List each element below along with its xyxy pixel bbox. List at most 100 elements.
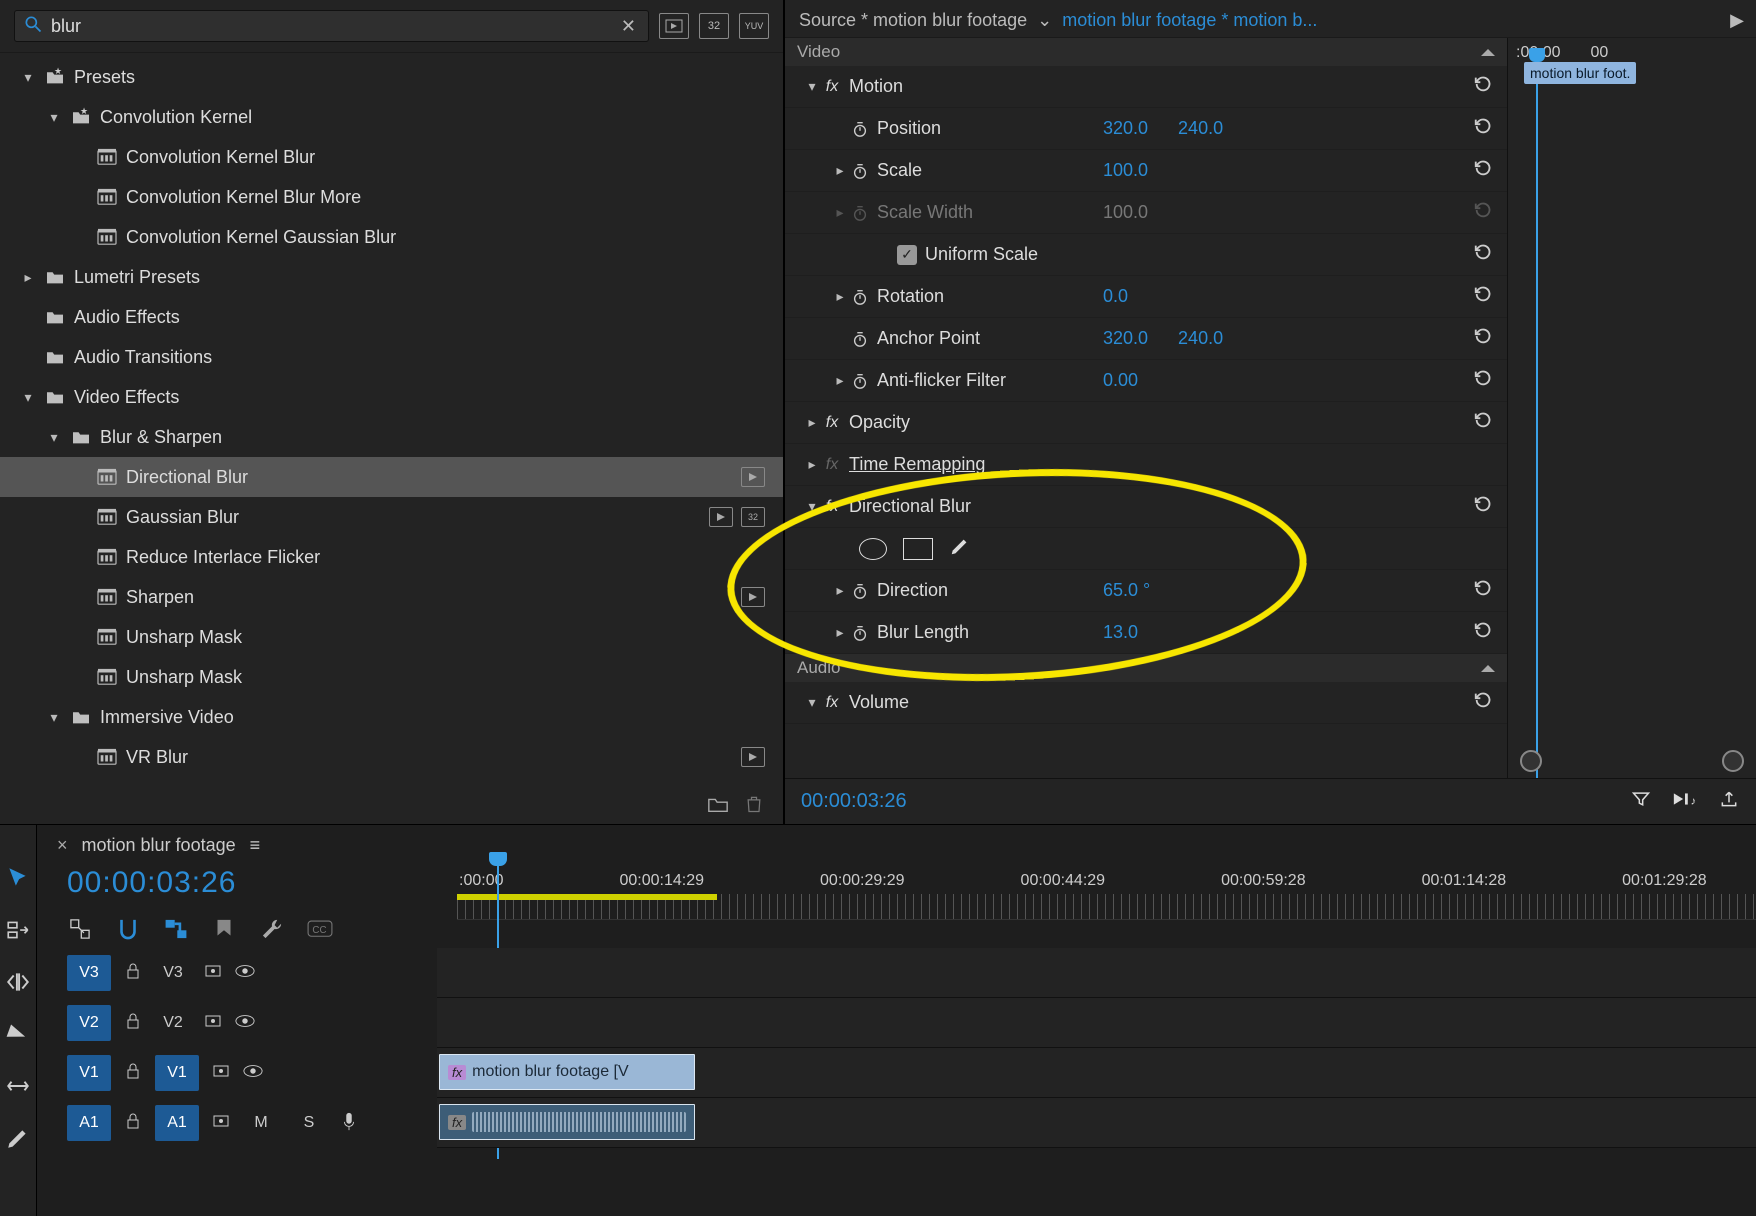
track-target-v1[interactable]: V1 bbox=[155, 1055, 199, 1091]
sync-lock-icon[interactable] bbox=[203, 961, 223, 986]
effects-tree-item[interactable]: ▸Lumetri Presets bbox=[0, 257, 783, 297]
ellipse-mask-icon[interactable] bbox=[859, 538, 887, 560]
volume-effect-row[interactable]: ▾fx Volume bbox=[785, 682, 1507, 724]
disclosure-triangle-icon[interactable]: ▾ bbox=[46, 109, 62, 126]
selection-tool-icon[interactable] bbox=[0, 861, 36, 895]
stopwatch-icon[interactable] bbox=[849, 330, 871, 348]
lock-icon[interactable] bbox=[123, 1061, 143, 1086]
stopwatch-icon[interactable] bbox=[849, 288, 871, 306]
new-bin-icon[interactable] bbox=[707, 794, 729, 814]
track-header-v1[interactable]: V1 V1 bbox=[67, 1048, 437, 1098]
reset-icon[interactable] bbox=[1473, 285, 1495, 308]
work-area-bar[interactable] bbox=[457, 894, 717, 900]
track-select-tool-icon[interactable] bbox=[0, 913, 36, 947]
disclosure-triangle-icon[interactable]: ▾ bbox=[20, 69, 36, 86]
stopwatch-icon[interactable] bbox=[849, 624, 871, 642]
track-lane-v2[interactable] bbox=[437, 998, 1756, 1048]
disclosure-triangle-icon[interactable]: ▾ bbox=[20, 389, 36, 406]
stopwatch-icon[interactable] bbox=[849, 372, 871, 390]
yuv-effects-filter-icon[interactable]: YUV bbox=[739, 13, 769, 39]
play-only-icon[interactable]: ▶ bbox=[1722, 10, 1744, 31]
lock-icon[interactable] bbox=[123, 1011, 143, 1036]
source-patch-v1[interactable]: V1 bbox=[67, 1055, 111, 1091]
32bit-effects-filter-icon[interactable]: 32 bbox=[699, 13, 729, 39]
settings-wrench-icon[interactable] bbox=[259, 916, 285, 942]
sync-lock-icon[interactable] bbox=[211, 1111, 231, 1136]
effects-tree-item[interactable]: Convolution Kernel Blur More bbox=[0, 177, 783, 217]
track-header-a1[interactable]: A1 A1 M S bbox=[67, 1098, 437, 1148]
ripple-edit-tool-icon[interactable] bbox=[0, 965, 36, 999]
reset-icon[interactable] bbox=[1473, 327, 1495, 350]
effects-tree[interactable]: ▾★Presets▾★Convolution KernelConvolution… bbox=[0, 53, 783, 784]
track-lane-a1[interactable]: fx bbox=[437, 1098, 1756, 1148]
pen-mask-icon[interactable] bbox=[949, 535, 971, 562]
effects-tree-item[interactable]: VR Blur bbox=[0, 737, 783, 777]
effects-tree-item[interactable]: ▾Video Effects bbox=[0, 377, 783, 417]
pen-tool-icon[interactable] bbox=[0, 1121, 36, 1155]
effects-tree-item[interactable]: Audio Transitions bbox=[0, 337, 783, 377]
reset-icon[interactable] bbox=[1473, 243, 1495, 266]
lock-icon[interactable] bbox=[123, 961, 143, 986]
time-remapping-row[interactable]: ▸fx Time Remapping bbox=[785, 444, 1507, 486]
disclosure-triangle-icon[interactable]: ▾ bbox=[46, 429, 62, 446]
effects-tree-item[interactable]: Unsharp Mask bbox=[0, 657, 783, 697]
effects-tree-item[interactable]: Directional Blur bbox=[0, 457, 783, 497]
effect-controls-timeline[interactable]: :00:00 00 motion blur foot. bbox=[1507, 38, 1756, 778]
reset-icon[interactable] bbox=[1473, 117, 1495, 140]
collapse-icon[interactable] bbox=[1481, 49, 1495, 56]
sync-lock-icon[interactable] bbox=[203, 1011, 223, 1036]
play-around-icon[interactable]: ♪ bbox=[1672, 789, 1698, 814]
reset-icon[interactable] bbox=[1473, 691, 1495, 714]
anchor-x-value[interactable]: 320.0 bbox=[1091, 328, 1148, 349]
effects-tree-item[interactable]: Gaussian Blur32 bbox=[0, 497, 783, 537]
track-lane-v1[interactable]: fx motion blur footage [V bbox=[437, 1048, 1756, 1098]
reset-icon[interactable] bbox=[1473, 495, 1495, 518]
effects-tree-item[interactable]: ▾★Presets bbox=[0, 57, 783, 97]
effect-controls-timecode[interactable]: 00:00:03:26 bbox=[801, 790, 907, 813]
lock-icon[interactable] bbox=[123, 1111, 143, 1136]
toggle-track-output-icon[interactable] bbox=[235, 961, 255, 986]
slip-tool-icon[interactable] bbox=[0, 1069, 36, 1103]
track-target-v2[interactable]: V2 bbox=[67, 1005, 111, 1041]
toggle-track-output-icon[interactable] bbox=[235, 1011, 255, 1036]
stopwatch-icon[interactable] bbox=[849, 582, 871, 600]
close-tab-icon[interactable]: × bbox=[57, 835, 68, 856]
playhead-icon[interactable] bbox=[1529, 48, 1545, 62]
scale-value[interactable]: 100.0 bbox=[1091, 160, 1148, 181]
sync-lock-icon[interactable] bbox=[211, 1061, 231, 1086]
position-y-value[interactable]: 240.0 bbox=[1148, 118, 1223, 139]
effects-tree-item[interactable]: Reduce Interlace Flicker bbox=[0, 537, 783, 577]
effects-tree-item[interactable]: Unsharp Mask bbox=[0, 617, 783, 657]
track-header-v3[interactable]: V3 V3 bbox=[67, 948, 437, 998]
video-clip[interactable]: fx motion blur footage [V bbox=[439, 1054, 695, 1090]
search-clear-icon[interactable]: ✕ bbox=[617, 16, 640, 37]
track-target-a1[interactable]: A1 bbox=[155, 1105, 199, 1141]
reset-icon[interactable] bbox=[1473, 369, 1495, 392]
zoom-handle-right[interactable] bbox=[1722, 750, 1744, 772]
export-frame-icon[interactable] bbox=[1718, 789, 1740, 814]
directional-blur-effect-row[interactable]: ▾fx Directional Blur bbox=[785, 486, 1507, 528]
reset-icon[interactable] bbox=[1473, 579, 1495, 602]
delete-icon[interactable] bbox=[743, 794, 765, 814]
stopwatch-icon[interactable] bbox=[849, 162, 871, 180]
chevron-down-icon[interactable]: ⌄ bbox=[1027, 10, 1062, 31]
anchor-y-value[interactable]: 240.0 bbox=[1148, 328, 1223, 349]
stopwatch-icon[interactable] bbox=[849, 120, 871, 138]
antiflicker-value[interactable]: 0.00 bbox=[1091, 370, 1138, 391]
tab-menu-icon[interactable]: ≡ bbox=[250, 835, 261, 856]
track-lane-v3[interactable] bbox=[437, 948, 1756, 998]
sequence-tab[interactable]: motion blur footage bbox=[82, 835, 236, 856]
collapse-icon[interactable] bbox=[1481, 665, 1495, 672]
reset-icon[interactable] bbox=[1473, 411, 1495, 434]
marker-icon[interactable] bbox=[211, 916, 237, 942]
audio-clip[interactable]: fx bbox=[439, 1104, 695, 1140]
effects-tree-item[interactable]: Convolution Kernel Blur bbox=[0, 137, 783, 177]
effects-tree-item[interactable]: Audio Effects bbox=[0, 297, 783, 337]
disclosure-triangle-icon[interactable]: ▸ bbox=[20, 269, 36, 286]
captions-icon[interactable]: CC bbox=[307, 916, 333, 942]
search-input[interactable] bbox=[43, 16, 617, 37]
position-x-value[interactable]: 320.0 bbox=[1091, 118, 1148, 139]
zoom-handle-left[interactable] bbox=[1520, 750, 1542, 772]
source-patch-a1[interactable]: A1 bbox=[67, 1105, 111, 1141]
insert-mode-icon[interactable] bbox=[67, 916, 93, 942]
